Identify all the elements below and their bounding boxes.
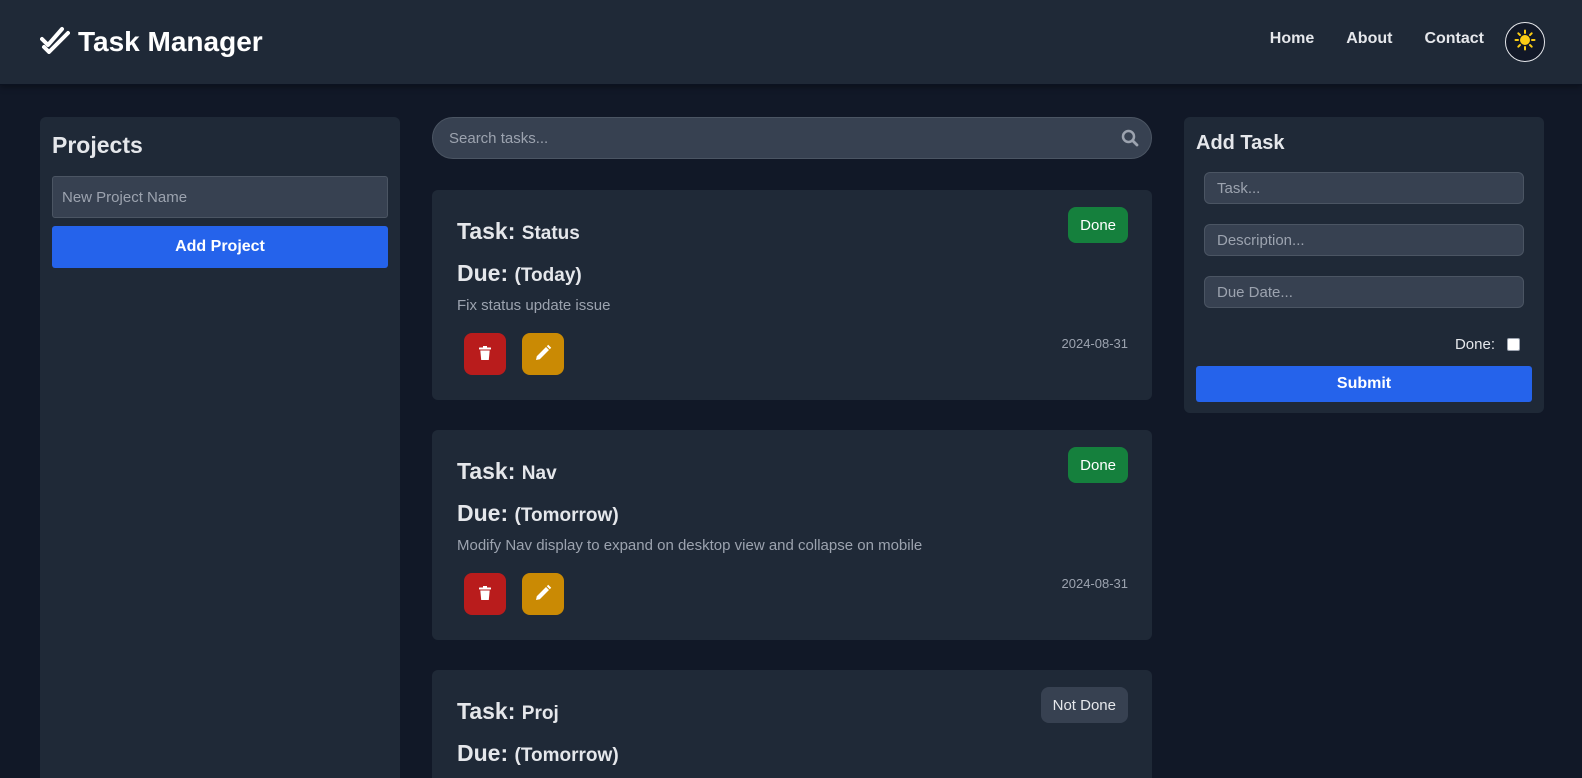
status-badge[interactable]: Done (1068, 207, 1128, 243)
done-row: Done: (1455, 336, 1520, 353)
edit-button[interactable] (522, 573, 564, 615)
nav-contact[interactable]: Contact (1424, 30, 1484, 48)
task-label: Task: (457, 458, 516, 484)
status-badge[interactable]: Not Done (1040, 687, 1128, 723)
trash-icon (477, 345, 493, 364)
description-input[interactable] (1204, 224, 1524, 256)
task-date: 2024-08-31 (1061, 576, 1129, 591)
task-due: Due: (Tomorrow) (457, 740, 619, 767)
double-check-icon (40, 24, 70, 61)
task-card: Task: Status Due: (Today) Fix status upd… (432, 190, 1152, 400)
new-project-input[interactable] (52, 176, 388, 218)
due-value: (Tomorrow) (514, 505, 619, 526)
task-label: Task: (457, 698, 516, 724)
edit-button[interactable] (522, 333, 564, 375)
projects-title: Projects (52, 132, 143, 158)
brand[interactable]: Task Manager (40, 24, 263, 60)
task-title: Task: Nav (457, 458, 557, 485)
task-name: Proj (521, 703, 559, 724)
sun-icon (1514, 29, 1536, 55)
pencil-icon (534, 344, 552, 365)
status-badge[interactable]: Done (1068, 447, 1128, 483)
search-input[interactable] (449, 118, 1109, 158)
delete-button[interactable] (464, 333, 506, 375)
task-name: Nav (521, 463, 557, 484)
search-icon[interactable] (1121, 129, 1139, 147)
task-description: Modify Nav display to expand on desktop … (457, 537, 923, 554)
theme-toggle-button[interactable] (1505, 22, 1545, 62)
submit-button[interactable]: Submit (1196, 366, 1532, 402)
add-project-button[interactable]: Add Project (52, 226, 388, 268)
task-name: Status (521, 223, 580, 244)
due-label: Due: (457, 740, 509, 766)
task-card: Task: Proj Due: (Tomorrow) Not Done (432, 670, 1152, 778)
due-date-input[interactable] (1204, 276, 1524, 308)
search-bar (432, 117, 1152, 159)
brand-title: Task Manager (78, 26, 263, 57)
task-description: Fix status update issue (457, 297, 611, 314)
due-value: (Tomorrow) (514, 745, 619, 766)
task-date: 2024-08-31 (1061, 336, 1129, 351)
task-due: Due: (Today) (457, 260, 582, 287)
nav-about[interactable]: About (1346, 30, 1392, 48)
task-title: Task: Status (457, 218, 580, 245)
task-label: Task: (457, 218, 516, 244)
task-input[interactable] (1204, 172, 1524, 204)
due-label: Due: (457, 260, 509, 286)
app-header: Task Manager Home About Contact (0, 0, 1582, 85)
add-task-title: Add Task (1196, 132, 1285, 154)
main-nav: Home About Contact (1270, 30, 1484, 48)
task-due: Due: (Tomorrow) (457, 500, 619, 527)
done-label: Done: (1454, 336, 1495, 353)
pencil-icon (534, 584, 552, 605)
due-label: Due: (457, 500, 509, 526)
add-task-panel: Add Task Done: Submit (1184, 117, 1544, 413)
trash-icon (477, 585, 493, 604)
delete-button[interactable] (464, 573, 506, 615)
nav-home[interactable]: Home (1270, 30, 1314, 48)
task-card: Task: Nav Due: (Tomorrow) Modify Nav dis… (432, 430, 1152, 640)
due-value: (Today) (514, 265, 582, 286)
done-checkbox[interactable] (1507, 338, 1520, 351)
task-title: Task: Proj (457, 698, 559, 725)
projects-panel: Projects Add Project (40, 117, 400, 778)
